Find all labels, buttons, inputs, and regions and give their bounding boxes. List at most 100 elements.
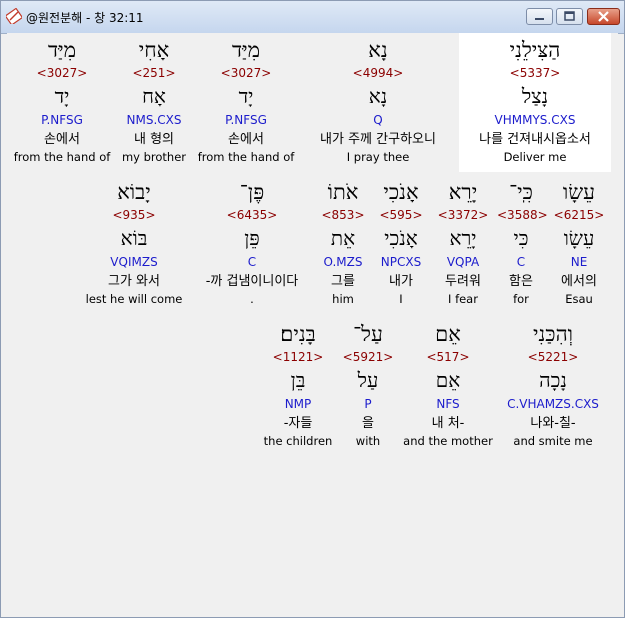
parsing-code: NE: [570, 255, 588, 269]
hebrew-word: אֵם: [435, 322, 461, 346]
hebrew-word: הַצִּילֵנִי: [509, 38, 561, 62]
parsing-code: VQIMZS: [110, 255, 158, 269]
hebrew-word: אֹתוֹ: [327, 180, 359, 204]
minimize-icon: [535, 18, 544, 20]
english-gloss: him: [332, 292, 354, 306]
parsing-code: VQPA: [446, 255, 480, 269]
parsing-code: P: [364, 397, 372, 411]
word-cell[interactable]: כִּֽי־ <3588> כִּי C 함은 for: [497, 175, 548, 314]
hebrew-root: יָד: [238, 84, 254, 108]
word-cell[interactable]: הַצִּילֵנִי <5337> נָצַל VHMMYS.CXS 나를 건…: [459, 33, 611, 172]
hebrew-root: יָד: [54, 84, 70, 108]
hebrew-word: עֵשָׂו: [562, 180, 596, 204]
korean-gloss: 그를: [331, 274, 355, 289]
strong-number[interactable]: <6215>: [553, 208, 605, 223]
hebrew-root: אֵם: [435, 368, 461, 392]
korean-gloss: -자들: [283, 416, 313, 431]
korean-gloss: 그가 와서: [108, 274, 160, 289]
parsing-code: NMP: [284, 397, 312, 411]
app-icon: [6, 8, 22, 24]
word-cell[interactable]: וְהִכַּנִי <5221> נָכָה C.VHAMZS.CXS 나와-…: [501, 317, 605, 456]
hebrew-word: אָנֹכִי: [383, 180, 419, 204]
english-gloss: Esau: [565, 292, 593, 306]
english-gloss: .: [250, 292, 254, 306]
hebrew-word: כִּֽי־: [509, 180, 533, 204]
word-cell[interactable]: יָבוֹא <935> בּוֹא VQIMZS 그가 와서 lest he …: [83, 175, 185, 314]
korean-gloss: 손에서: [44, 132, 80, 147]
parsing-code: O.MZS: [323, 255, 363, 269]
english-gloss: and the mother: [403, 434, 493, 448]
english-gloss: the children: [263, 434, 333, 448]
hebrew-root: כִּי: [513, 226, 529, 250]
strong-number[interactable]: <3027>: [11, 66, 113, 81]
title-bar[interactable]: @원전분해 - 창 32:11: [1, 1, 624, 34]
korean-gloss: -까 겁냄이니이다: [205, 274, 299, 289]
hebrew-root: אָח: [142, 84, 166, 108]
word-cell[interactable]: מִיַּד <3027> יָד P.NFSG 손에서 from the ha…: [195, 33, 297, 172]
strong-number[interactable]: <4994>: [303, 66, 453, 81]
strong-number[interactable]: <935>: [83, 208, 185, 223]
strong-number[interactable]: <251>: [117, 66, 191, 81]
close-icon: [598, 11, 609, 22]
english-gloss: and smite me: [513, 434, 593, 448]
strong-number[interactable]: <5337>: [459, 66, 611, 81]
strong-number[interactable]: <595>: [375, 208, 427, 223]
close-button[interactable]: [587, 8, 620, 25]
strong-number[interactable]: <5221>: [501, 350, 605, 365]
hebrew-root: אֵת: [330, 226, 356, 250]
korean-gloss: 두려워: [445, 274, 481, 289]
korean-gloss: 내 형의: [133, 132, 174, 147]
hebrew-root: אָנֹכִי: [384, 226, 418, 250]
word-cell[interactable]: עֵשָׂו <6215> עֵשָׂו NE 에서의 Esau: [553, 175, 605, 314]
korean-gloss: 내가: [389, 274, 413, 289]
hebrew-root: יָרֵא: [449, 226, 477, 250]
strong-number[interactable]: <3588>: [497, 208, 548, 223]
hebrew-root: נָכָה: [539, 368, 567, 392]
word-cell[interactable]: אֹתוֹ <853> אֵת O.MZS 그를 him: [317, 175, 369, 314]
word-cell[interactable]: נָא <4994> נָא Q 내가 주께 간구하오니 I pray thee: [303, 33, 453, 172]
word-analysis-panel: הַצִּילֵנִי <5337> נָצַל VHMMYS.CXS 나를 건…: [7, 33, 618, 611]
hebrew-root: בּוֹא: [120, 226, 148, 250]
hebrew-word: יָרֵא: [448, 180, 478, 204]
strong-number[interactable]: <853>: [317, 208, 369, 223]
word-cell[interactable]: אֵם <517> אֵם NFS 내 처- and the mother: [401, 317, 495, 456]
minimize-button[interactable]: [526, 8, 553, 25]
hebrew-word: פֶּן־: [239, 180, 265, 204]
app-window: @원전분해 - 창 32:11 הַצִּילֵנִי <5337> נָצַל…: [0, 0, 625, 618]
window-title: @원전분해 - 창 32:11: [26, 11, 144, 25]
parsing-code: NFS: [436, 397, 460, 411]
korean-gloss: 나를 건져내시옵소서: [479, 132, 591, 147]
korean-gloss: 함은: [509, 274, 533, 289]
strong-number[interactable]: <3372>: [435, 208, 491, 223]
maximize-button[interactable]: [556, 8, 583, 25]
hebrew-word: בָּנִים׃: [280, 322, 316, 346]
hebrew-root: נָא: [368, 84, 388, 108]
hebrew-word: עַל־: [353, 322, 383, 346]
english-gloss: from the hand of: [197, 150, 295, 164]
parsing-code: NPCXS: [380, 255, 422, 269]
hebrew-word: נָא: [368, 38, 388, 62]
word-cell[interactable]: אָחִי <251> אָח NMS.CXS 내 형의 my brother: [117, 33, 191, 172]
hebrew-root: פֵּן: [244, 226, 260, 250]
korean-gloss: 나와-칠-: [530, 416, 576, 431]
parsing-code: VHMMYS.CXS: [494, 113, 576, 127]
strong-number[interactable]: <5921>: [341, 350, 395, 365]
parsing-code: NMS.CXS: [126, 113, 182, 127]
korean-gloss: 에서의: [561, 274, 597, 289]
hebrew-word: וְהִכַּנִי: [532, 322, 574, 346]
word-cell[interactable]: אָנֹכִי <595> אָנֹכִי NPCXS 내가 I: [375, 175, 427, 314]
strong-number[interactable]: <3027>: [195, 66, 297, 81]
strong-number[interactable]: <6435>: [193, 208, 311, 223]
word-cell[interactable]: פֶּן־ <6435> פֵּן C -까 겁냄이니이다 .: [193, 175, 311, 314]
strong-number[interactable]: <517>: [401, 350, 495, 365]
hebrew-root: נָצַל: [521, 84, 549, 108]
maximize-icon: [564, 11, 575, 21]
strong-number[interactable]: <1121>: [261, 350, 335, 365]
english-gloss: Deliver me: [503, 150, 567, 164]
english-gloss: my brother: [121, 150, 187, 164]
parsing-code: C: [247, 255, 257, 269]
word-cell[interactable]: עַל־ <5921> עַל P 을 with: [341, 317, 395, 456]
word-cell[interactable]: יָרֵא <3372> יָרֵא VQPA 두려워 I fear: [435, 175, 491, 314]
word-cell[interactable]: בָּנִים׃ <1121> בֵּן NMP -자들 the childre…: [261, 317, 335, 456]
word-cell[interactable]: מִיַּד <3027> יָד P.NFSG 손에서 from the ha…: [11, 33, 113, 172]
